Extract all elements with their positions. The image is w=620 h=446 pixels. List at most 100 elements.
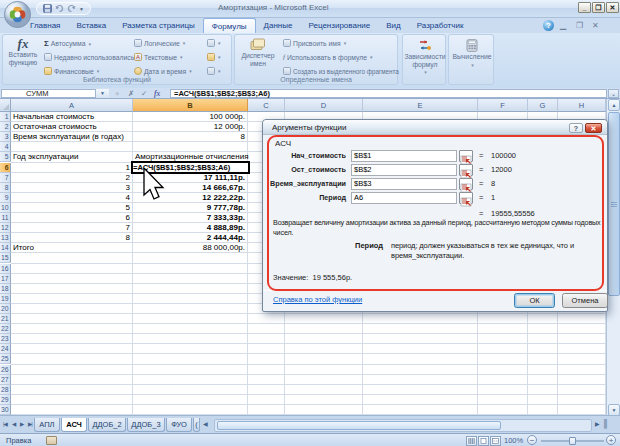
column-header-H[interactable]: H <box>558 99 606 112</box>
workbook-restore-icon[interactable]: ❐ <box>576 21 583 31</box>
office-button[interactable] <box>3 0 32 29</box>
financial-button[interactable]: Финансовые▾ <box>44 67 99 75</box>
row-header-30[interactable]: 30 <box>0 405 11 415</box>
formula-input[interactable]: =АСЧ($B$1;$B$2;$B$3;A6) <box>170 89 607 98</box>
cell-A14[interactable]: Итого <box>13 243 130 253</box>
calculation-button[interactable]: Вычисление ▾ <box>452 39 492 69</box>
vertical-scrollbar[interactable]: ▲ ▼ <box>606 99 620 417</box>
cell-A10[interactable]: 5 <box>13 203 130 213</box>
scroll-up-icon[interactable]: ▲ <box>608 99 620 111</box>
zoom-level[interactable]: 100% <box>504 436 523 445</box>
sheet-tab-partial[interactable]: ( <box>193 418 200 432</box>
dialog-title[interactable]: Аргументы функции <box>263 120 607 135</box>
ribbon-tab-4[interactable]: Формулы <box>203 18 256 33</box>
row-header-17[interactable]: 17 <box>0 274 11 284</box>
range-picker-icon-1[interactable] <box>459 164 473 176</box>
cell-B3[interactable]: 8 <box>135 132 245 142</box>
help-icon[interactable]: ? <box>543 20 554 31</box>
row-header-14[interactable]: 14 <box>0 243 11 253</box>
select-all-corner[interactable] <box>0 99 11 112</box>
row-header-11[interactable]: 11 <box>0 213 11 223</box>
arg-input-1[interactable]: $B$2 <box>351 164 457 176</box>
arg-input-2[interactable]: $B$3 <box>351 178 457 190</box>
row-header-19[interactable]: 19 <box>0 294 11 304</box>
more-functions-button[interactable]: ▾ <box>207 67 221 75</box>
row-header-9[interactable]: 9 <box>0 193 11 203</box>
row-header-23[interactable]: 23 <box>0 334 11 344</box>
last-sheet-icon[interactable]: ▶| <box>28 421 32 427</box>
sheet-tab-АПЛ[interactable]: АПЛ <box>34 418 60 432</box>
name-box-dropdown-icon[interactable]: ▼ <box>95 89 109 98</box>
normal-view-button[interactable] <box>466 436 477 446</box>
row-header-28[interactable]: 28 <box>0 385 11 395</box>
cell-B11[interactable]: 7 333,33р. <box>135 213 245 223</box>
vertical-scroll-thumb[interactable] <box>608 112 620 296</box>
row-header-20[interactable]: 20 <box>0 304 11 314</box>
ribbon-tab-7[interactable]: Вид <box>378 18 408 33</box>
dialog-close-button[interactable]: ✕ <box>585 123 602 134</box>
row-header-21[interactable]: 21 <box>0 314 11 324</box>
qat-dropdown-icon[interactable]: ▼ <box>79 6 84 12</box>
row-header-3[interactable]: 3 <box>0 132 11 142</box>
column-header-G[interactable]: G <box>528 99 558 112</box>
horizontal-scrollbar[interactable] <box>214 419 592 432</box>
row-header-4[interactable]: 4 <box>0 142 11 152</box>
sheet-tab-ФУО[interactable]: ФУО <box>166 418 192 432</box>
cell-B1[interactable]: 100 000р. <box>135 112 245 122</box>
column-header-E[interactable]: E <box>363 99 478 112</box>
insert-function-icon[interactable]: fx <box>154 89 160 98</box>
range-picker-icon-3[interactable] <box>459 192 473 204</box>
name-manager-button[interactable]: Диспетчер имен <box>238 38 278 67</box>
text-button[interactable]: AТекстовые▾ <box>134 53 183 61</box>
cell-A1[interactable]: Начальная стоимость <box>13 112 130 122</box>
row-header-1[interactable]: 1 <box>0 112 11 122</box>
ribbon-tab-3[interactable]: Разметка страницы <box>114 18 203 33</box>
range-picker-icon-2[interactable] <box>459 178 473 190</box>
cell-A3[interactable]: Время эксплуатации (в годах) <box>13 132 130 142</box>
horizontal-scroll-thumb[interactable] <box>217 421 501 430</box>
row-header-15[interactable]: 15 <box>0 253 11 263</box>
row-header-29[interactable]: 29 <box>0 395 11 405</box>
cell-A6[interactable]: 1 <box>13 163 130 173</box>
row-header-16[interactable]: 16 <box>0 264 11 274</box>
row-header-8[interactable]: 8 <box>0 183 11 193</box>
row-header-25[interactable]: 25 <box>0 354 11 364</box>
cell-A2[interactable]: Остаточная стоимость <box>13 122 130 132</box>
row-header-12[interactable]: 12 <box>0 223 11 233</box>
ribbon-tab-8[interactable]: Разработчик <box>409 18 472 33</box>
workbook-minimize-icon[interactable]: ▁ <box>560 21 566 31</box>
row-header-10[interactable]: 10 <box>0 203 11 213</box>
column-header-B[interactable]: B <box>133 99 248 112</box>
cell-A5[interactable]: Год эксплуатации <box>13 152 130 162</box>
enter-formula-icon[interactable]: ✓ <box>141 89 147 98</box>
macro-record-icon[interactable] <box>46 436 57 445</box>
cell-A11[interactable]: 6 <box>13 213 130 223</box>
name-box[interactable]: СУММ <box>1 89 109 98</box>
hscroll-right-icon[interactable]: ▶ <box>595 420 599 427</box>
column-header-D[interactable]: D <box>285 99 363 112</box>
save-icon[interactable] <box>43 4 52 13</box>
lookup-reference-button[interactable]: ▾ <box>207 39 221 47</box>
cell-B10[interactable]: 9 777,78р. <box>135 203 245 213</box>
cell-B2[interactable]: 12 000р. <box>135 122 245 132</box>
math-trig-button[interactable]: ▾ <box>207 53 221 61</box>
close-button[interactable]: ✕ <box>606 2 619 13</box>
dialog-help-button[interactable]: ? <box>569 123 583 134</box>
minimize-button[interactable]: _ <box>578 2 591 13</box>
row-header-22[interactable]: 22 <box>0 324 11 334</box>
ribbon-tab-6[interactable]: Рецензирование <box>300 18 378 33</box>
workbook-close-icon[interactable]: ✕ <box>592 21 599 31</box>
cell-A7[interactable]: 2 <box>13 173 130 183</box>
cancel-formula-icon[interactable]: ✗ <box>128 89 134 98</box>
row-header-18[interactable]: 18 <box>0 284 11 294</box>
logical-button[interactable]: Логические▾ <box>134 39 185 47</box>
splitter-handle[interactable]: ▌ <box>604 419 609 428</box>
insert-function-button[interactable]: fx Вставить функцию <box>5 37 41 66</box>
use-in-formula-button[interactable]: fИспользовать в формуле▾ <box>283 53 373 61</box>
cell-A13[interactable]: 8 <box>13 233 130 243</box>
column-header-A[interactable]: A <box>11 99 133 112</box>
ribbon-tab-5[interactable]: Данные <box>256 18 301 33</box>
zoom-slider-thumb[interactable] <box>569 437 576 445</box>
column-header-F[interactable]: F <box>478 99 528 112</box>
column-header-C[interactable]: C <box>248 99 285 112</box>
